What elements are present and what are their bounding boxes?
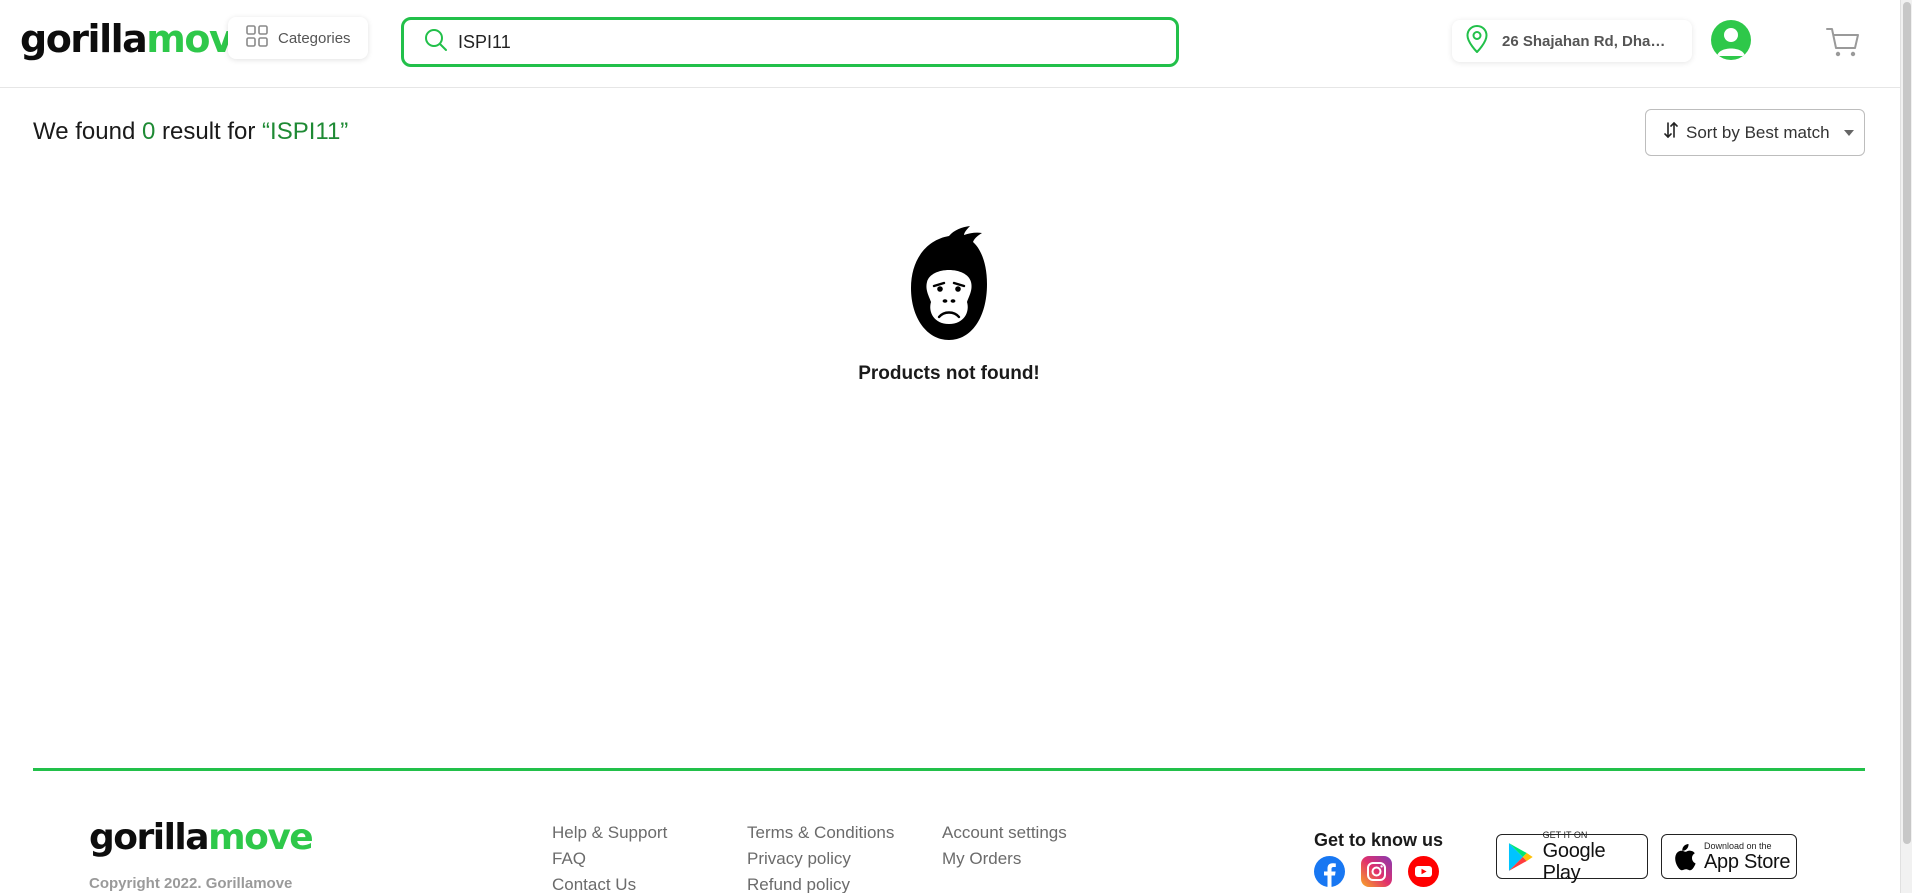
results-count: 0 [141,118,156,145]
search-bar[interactable] [401,17,1179,67]
grid-icon [246,24,268,52]
search-input[interactable] [458,31,1138,53]
google-play-big: Google Play [1542,839,1606,884]
footer-link-my-orders[interactable]: My Orders [942,849,1067,868]
app-store-big: App Store [1704,850,1791,873]
footer-column-legal: Terms & Conditions Privacy policy Refund… [747,823,894,893]
location-pin-icon [1466,24,1488,58]
footer-column-support: Help & Support FAQ Contact Us [552,823,667,893]
footer-link-terms[interactable]: Terms & Conditions [747,823,894,842]
social-title: Get to know us [1314,830,1444,850]
instagram-icon[interactable] [1361,856,1392,887]
footer-column-account: Account settings My Orders [942,823,1067,868]
user-icon [1717,28,1745,56]
app-store-small: Download on the [1704,840,1772,851]
sort-dropdown[interactable]: Sort by Best match [1645,109,1865,156]
gorilla-icon [911,226,987,340]
footer-link-privacy[interactable]: Privacy policy [747,849,894,868]
header: gorillamove Categories 26 Shajahan Rd, D… [0,0,1900,88]
results-query: “ISPI11” [262,118,349,145]
footer-link-account-settings[interactable]: Account settings [942,823,1067,842]
address-selector[interactable]: 26 Shajahan Rd, Dhaka ... [1452,20,1692,62]
youtube-icon[interactable] [1408,856,1439,887]
sort-icon [1664,121,1678,144]
google-play-icon [1508,842,1533,871]
results-heading: We found 0 result for “ISPI11” [33,118,348,146]
categories-button[interactable]: Categories [228,17,368,59]
logo[interactable]: gorillamove [20,18,258,60]
google-play-badge[interactable]: GET IT ON Google Play [1496,830,1648,884]
footer-link-faq[interactable]: FAQ [552,849,667,868]
footer-logo[interactable]: gorillamove [89,818,314,858]
address-text: 26 Shajahan Rd, Dhaka ... [1502,32,1672,50]
app-store-badge[interactable]: Download on the App Store [1661,834,1797,879]
apple-icon [1675,843,1696,870]
empty-state: Products not found! [849,226,1049,385]
categories-label: Categories [278,29,351,47]
user-avatar[interactable] [1711,20,1751,60]
google-play-small: GET IT ON [1542,829,1588,840]
results-prefix: We found [33,118,136,145]
results-middle: result for [162,118,256,145]
scrollbar-thumb[interactable] [1903,2,1911,844]
empty-message: Products not found! [858,363,1040,384]
page-scrollbar[interactable] [1900,0,1912,893]
footer-link-contact-us[interactable]: Contact Us [552,875,667,893]
copyright-text: Copyright 2022. Gorillamove [89,875,293,892]
footer-link-help-support[interactable]: Help & Support [552,823,667,842]
facebook-icon[interactable] [1314,856,1345,887]
footer-divider [33,768,1865,771]
sort-label: Sort by Best match [1686,122,1830,142]
search-icon [424,28,448,57]
footer-link-refund[interactable]: Refund policy [747,875,894,893]
chevron-down-icon [1843,129,1854,136]
cart-button[interactable] [1826,26,1860,63]
social-links [1314,856,1439,887]
cart-icon [1826,28,1859,57]
